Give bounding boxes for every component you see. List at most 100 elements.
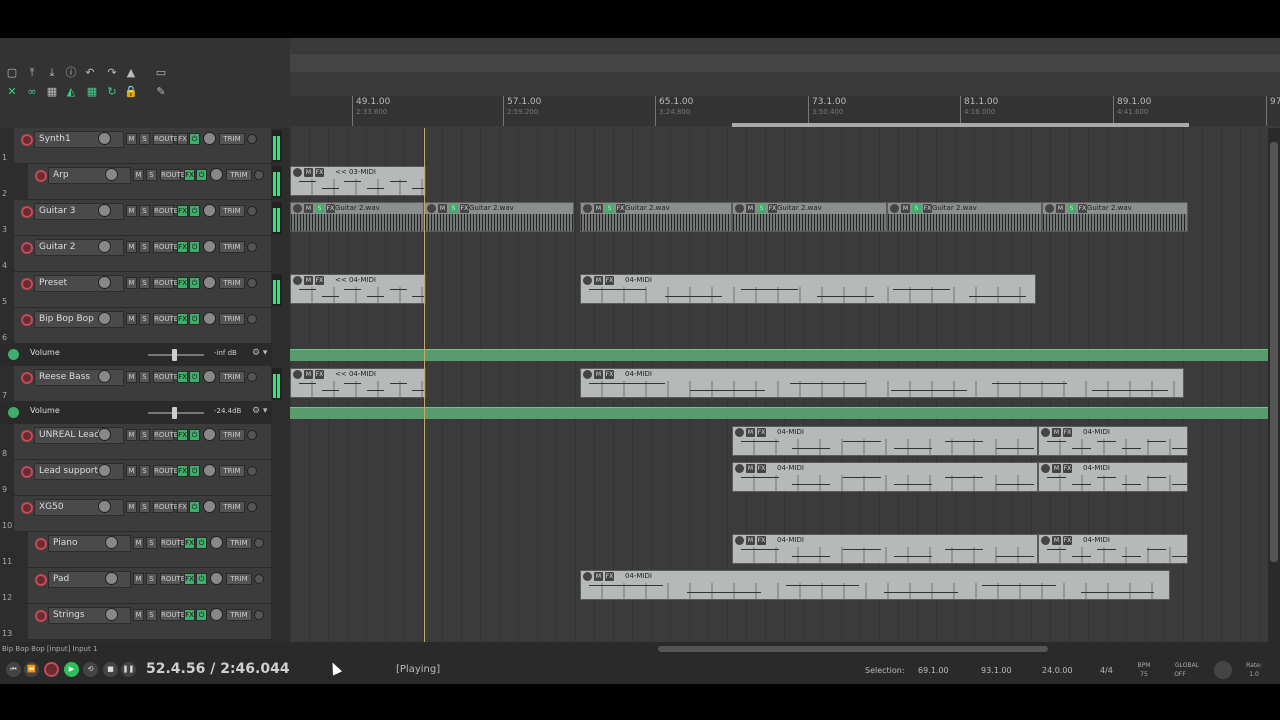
cursor-tool-icon[interactable]: ✎ [153, 85, 169, 99]
record-arm-button[interactable] [21, 502, 33, 514]
fx-button[interactable]: FX [177, 277, 188, 289]
pan-knob[interactable] [210, 536, 223, 549]
track-header[interactable]: Reese Bass M S ROUTE FX ⏻ TRIM 7 [2, 366, 271, 402]
route-button[interactable]: ROUTE [153, 371, 178, 383]
volume-knob[interactable] [98, 370, 111, 383]
item-fx-button[interactable]: FX [768, 204, 777, 213]
item-envelope-icon[interactable] [735, 204, 744, 213]
route-button[interactable]: ROUTE [160, 169, 185, 181]
solo-button[interactable]: S [146, 169, 157, 181]
item-envelope-icon[interactable] [293, 168, 302, 177]
fx-bypass-icon[interactable]: ⏻ [189, 277, 200, 289]
fx-button[interactable]: FX [184, 537, 195, 549]
vertical-scroll-thumb[interactable] [1270, 142, 1278, 562]
item-mute-button[interactable]: M [746, 536, 755, 545]
volume-knob[interactable] [98, 132, 111, 145]
item-envelope-icon[interactable] [735, 464, 744, 473]
record-arm-button[interactable] [21, 466, 33, 478]
fx-bypass-icon[interactable]: ⏻ [189, 313, 200, 325]
item-envelope-icon[interactable] [293, 370, 302, 379]
route-button[interactable]: ROUTE [153, 429, 178, 441]
route-button[interactable]: ROUTE [153, 465, 178, 477]
volume-envelope-lane[interactable] [290, 349, 1268, 361]
item-fx-button[interactable]: FX [605, 572, 614, 581]
item-solo-button[interactable]: S [315, 204, 324, 213]
track-name[interactable]: Pad [48, 571, 131, 588]
item-solo-button[interactable]: S [449, 204, 458, 213]
media-item[interactable]: << 04-MIDI M FX [290, 274, 426, 304]
item-mute-button[interactable]: M [304, 276, 313, 285]
mute-button[interactable]: M [126, 313, 137, 325]
volume-knob[interactable] [98, 204, 111, 217]
item-solo-button[interactable]: S [1067, 204, 1076, 213]
item-mute-button[interactable]: M [594, 572, 603, 581]
fx-button[interactable]: FX [184, 169, 195, 181]
solo-button[interactable]: S [139, 501, 150, 513]
item-mute-button[interactable]: M [304, 168, 313, 177]
item-mute-button[interactable]: M [746, 464, 755, 473]
selection-start[interactable]: 69.1.00 [918, 666, 949, 675]
track-header[interactable]: Preset M S ROUTE FX ⏻ TRIM 5 [2, 272, 271, 308]
trim-button[interactable]: TRIM [219, 241, 245, 253]
media-item[interactable]: 04-MIDI M FX [732, 462, 1038, 492]
mute-button[interactable]: M [126, 133, 137, 145]
mute-button[interactable]: M [133, 537, 144, 549]
item-mute-button[interactable]: M [1052, 428, 1061, 437]
volume-knob[interactable] [105, 168, 118, 181]
pan-knob[interactable] [210, 572, 223, 585]
item-fx-button[interactable]: FX [315, 370, 324, 379]
pan-knob[interactable] [210, 608, 223, 621]
fx-button[interactable]: FX [177, 465, 188, 477]
item-solo-button[interactable]: S [912, 204, 921, 213]
volume-knob[interactable] [105, 536, 118, 549]
record-arm-button[interactable] [35, 610, 47, 622]
fx-bypass-icon[interactable]: ⏻ [189, 501, 200, 513]
volume-knob[interactable] [105, 572, 118, 585]
info-icon[interactable]: ⓘ [63, 66, 79, 80]
volume-knob[interactable] [98, 464, 111, 477]
fx-button[interactable]: FX [177, 371, 188, 383]
route-button[interactable]: ROUTE [153, 313, 178, 325]
item-fx-button[interactable]: FX [757, 464, 766, 473]
item-mute-button[interactable]: M [746, 428, 755, 437]
mute-button[interactable]: M [126, 429, 137, 441]
record-arm-button[interactable] [21, 242, 33, 254]
solo-button[interactable]: S [139, 465, 150, 477]
stop-icon[interactable]: ■ [103, 662, 118, 677]
media-item[interactable]: << 03-MIDI M FX [290, 166, 426, 196]
fx-button[interactable]: FX [177, 205, 188, 217]
media-item[interactable]: Guitar 2.wav M FX S [424, 202, 574, 232]
record-arm-button[interactable] [35, 170, 47, 182]
item-fx-button[interactable]: FX [1063, 464, 1072, 473]
item-fx-button[interactable]: FX [757, 428, 766, 437]
item-envelope-icon[interactable] [1041, 536, 1050, 545]
time-signature[interactable]: 4/4 [1100, 666, 1113, 675]
item-fx-button[interactable]: FX [315, 276, 324, 285]
fx-button[interactable]: FX [177, 241, 188, 253]
trim-button[interactable]: TRIM [219, 371, 245, 383]
fx-bypass-icon[interactable]: ⏻ [189, 205, 200, 217]
item-mute-button[interactable]: M [901, 204, 910, 213]
fx-bypass-icon[interactable]: ⏻ [196, 573, 207, 585]
fx-button[interactable]: FX [177, 429, 188, 441]
mute-button[interactable]: M [126, 277, 137, 289]
item-envelope-icon[interactable] [1045, 204, 1054, 213]
io-icon[interactable] [254, 170, 264, 180]
mute-button[interactable]: M [126, 241, 137, 253]
io-icon[interactable] [247, 314, 257, 324]
item-fx-button[interactable]: FX [315, 168, 324, 177]
volume-knob[interactable] [98, 500, 111, 513]
selection-end[interactable]: 93.1.00 [981, 666, 1012, 675]
volume-knob[interactable] [98, 276, 111, 289]
rate-knob[interactable] [1214, 661, 1232, 679]
rate-value[interactable]: 1.0 [1242, 671, 1266, 678]
trim-button[interactable]: TRIM [219, 313, 245, 325]
route-button[interactable]: ROUTE [153, 241, 178, 253]
fx-button[interactable]: FX [177, 313, 188, 325]
record-arm-button[interactable] [35, 538, 47, 550]
fx-bypass-icon[interactable]: ⏻ [196, 609, 207, 621]
track-header[interactable]: Guitar 2 M S ROUTE FX ⏻ TRIM 4 [2, 236, 271, 272]
mute-button[interactable]: M [126, 501, 137, 513]
volume-knob[interactable] [98, 240, 111, 253]
volume-knob[interactable] [105, 608, 118, 621]
